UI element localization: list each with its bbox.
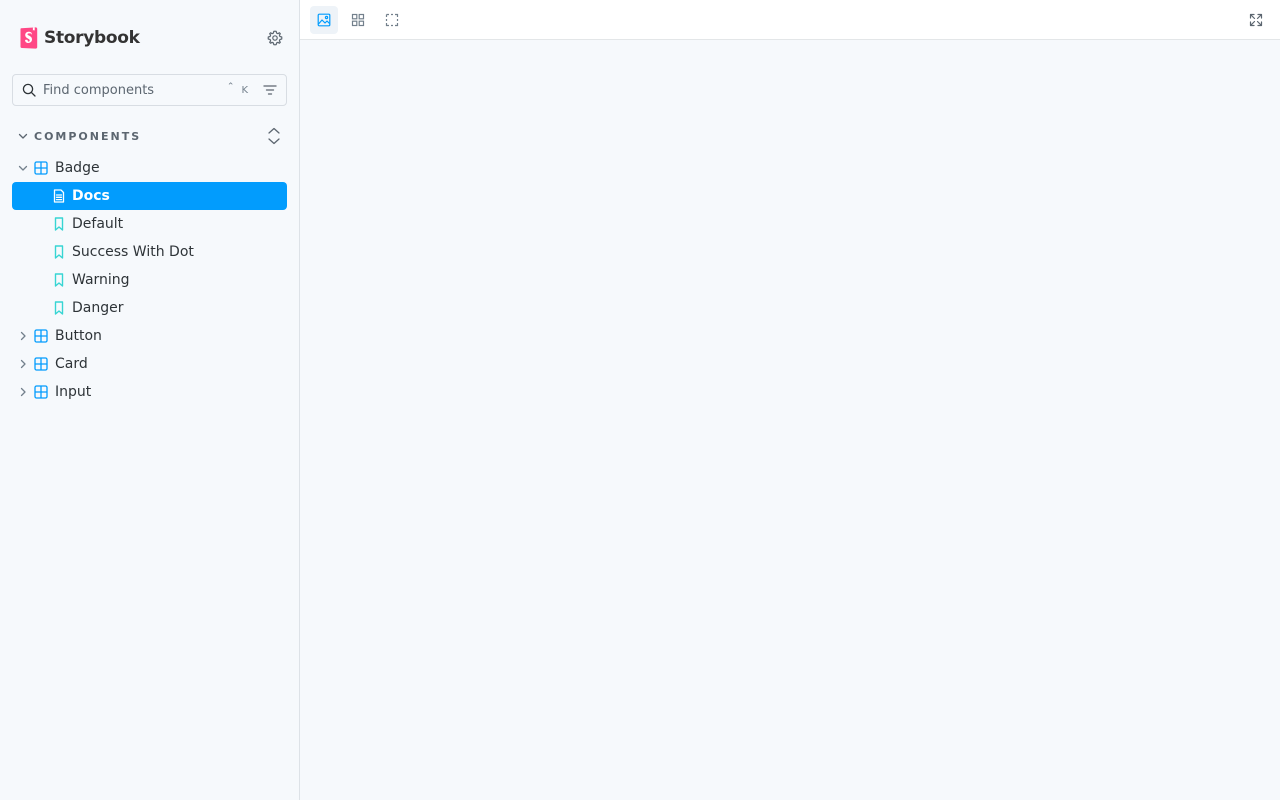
components-section-toggle[interactable]: COMPONENTS bbox=[12, 130, 141, 143]
tree-item-label: Input bbox=[55, 384, 92, 400]
tree-item-label: Card bbox=[55, 356, 88, 372]
story-label: Docs bbox=[72, 188, 110, 204]
chevron-right-icon bbox=[20, 331, 26, 341]
story-item-danger[interactable]: Danger bbox=[12, 294, 287, 322]
tree-item-label: Button bbox=[55, 328, 102, 344]
outline-toggle-button[interactable] bbox=[378, 6, 406, 34]
outline-icon bbox=[385, 13, 399, 27]
component-tree: Badge Docs Default Success With Dot Warn bbox=[12, 154, 287, 406]
component-icon bbox=[34, 161, 48, 175]
story-item-success-with-dot[interactable]: Success With Dot bbox=[12, 238, 287, 266]
component-icon bbox=[34, 385, 48, 399]
story-label: Default bbox=[72, 216, 124, 232]
section-title: COMPONENTS bbox=[34, 129, 142, 143]
fullscreen-icon bbox=[1249, 13, 1263, 27]
search-input[interactable] bbox=[43, 82, 227, 98]
chevron-down-icon bbox=[18, 133, 28, 139]
search-icon bbox=[22, 83, 36, 97]
component-icon bbox=[34, 329, 48, 343]
filter-icon bbox=[263, 85, 277, 95]
shortcut-key: K bbox=[241, 84, 248, 96]
bookmark-icon bbox=[54, 217, 64, 231]
expand-all-button[interactable] bbox=[265, 126, 283, 146]
filter-button[interactable] bbox=[260, 80, 280, 100]
tree-item-button[interactable]: Button bbox=[12, 322, 287, 350]
components-section-header: COMPONENTS bbox=[12, 124, 287, 148]
chevron-down-icon bbox=[18, 165, 28, 171]
preview-toolbar bbox=[300, 0, 1280, 40]
sidebar: Storybook ⌃ K COMPONE bbox=[0, 0, 300, 800]
preview-canvas bbox=[300, 40, 1280, 800]
gear-icon bbox=[267, 30, 283, 46]
story-label: Success With Dot bbox=[72, 244, 194, 260]
brand[interactable]: Storybook bbox=[20, 27, 140, 49]
bookmark-icon bbox=[54, 245, 64, 259]
brand-row: Storybook bbox=[20, 24, 286, 52]
chevron-right-icon bbox=[20, 387, 26, 397]
component-icon bbox=[34, 357, 48, 371]
story-item-default[interactable]: Default bbox=[12, 210, 287, 238]
tree-item-label: Badge bbox=[55, 160, 100, 176]
search-shortcut: ⌃ K bbox=[226, 82, 248, 96]
shortcut-modifier: ⌃ bbox=[226, 82, 235, 92]
tree-item-badge[interactable]: Badge bbox=[12, 154, 287, 182]
brand-name: Storybook bbox=[44, 28, 140, 48]
settings-button[interactable] bbox=[264, 27, 286, 49]
expand-collapse-icon bbox=[268, 127, 280, 145]
chevron-right-icon bbox=[20, 359, 26, 369]
story-label: Warning bbox=[72, 272, 130, 288]
story-item-warning[interactable]: Warning bbox=[12, 266, 287, 294]
search-box: ⌃ K bbox=[12, 74, 287, 106]
story-item-docs[interactable]: Docs bbox=[12, 182, 287, 210]
bookmark-icon bbox=[54, 273, 64, 287]
grid-toggle-button[interactable] bbox=[344, 6, 372, 34]
document-icon bbox=[53, 189, 65, 203]
image-icon bbox=[317, 13, 331, 27]
storybook-logo-icon bbox=[20, 27, 38, 49]
story-label: Danger bbox=[72, 300, 124, 316]
tree-item-card[interactable]: Card bbox=[12, 350, 287, 378]
grid-icon bbox=[351, 13, 365, 27]
tree-item-input[interactable]: Input bbox=[12, 378, 287, 406]
fullscreen-button[interactable] bbox=[1242, 6, 1270, 34]
bookmark-icon bbox=[54, 301, 64, 315]
zoom-image-button[interactable] bbox=[310, 6, 338, 34]
